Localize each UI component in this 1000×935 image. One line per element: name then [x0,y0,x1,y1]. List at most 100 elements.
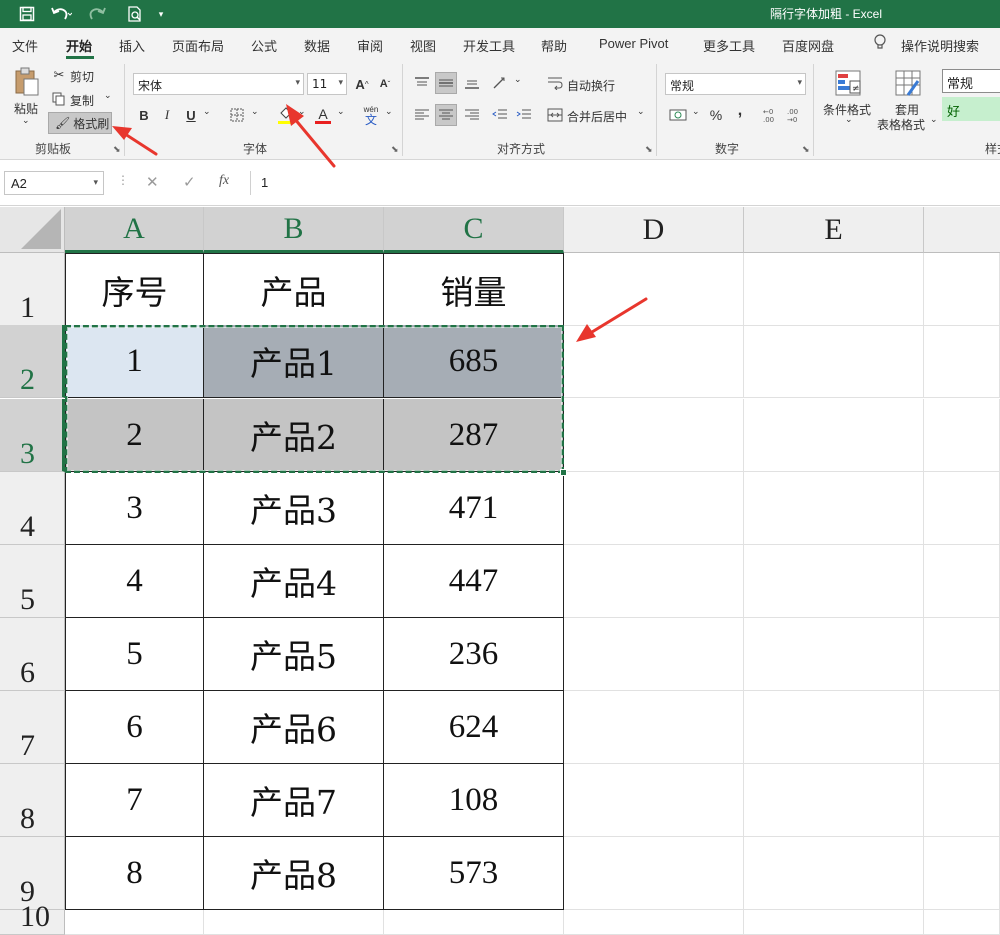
column-header-e[interactable]: E [744,207,924,253]
italic-button[interactable]: I [159,105,175,125]
cell-a10[interactable] [65,910,204,935]
cell-c6[interactable]: 236 [384,618,564,691]
cell-c3[interactable]: 287 [384,399,564,472]
cell-c1[interactable]: 销量 [384,253,564,326]
tab-insert[interactable]: 插入 [119,36,145,55]
font-name-select[interactable]: 宋体 ▾ [133,73,304,95]
cell-b9[interactable]: 产品8 [204,837,384,910]
grow-font-icon[interactable]: A ^ [353,74,371,94]
cell-d1[interactable] [564,253,744,326]
cell-a9[interactable]: 8 [65,837,204,910]
alignment-launcher-icon[interactable]: ⬊ [645,144,653,155]
tab-baidu-netdisk[interactable]: 百度网盘 [782,36,834,55]
merge-center-icon[interactable] [546,104,564,126]
copy-button[interactable]: 复制 [70,92,94,109]
tab-view[interactable]: 视图 [410,36,436,55]
cell-e5[interactable] [744,545,924,618]
cell-d8[interactable] [564,764,744,837]
cancel-icon[interactable]: ✕ [146,173,159,191]
cell-f8[interactable] [924,764,1000,837]
cell-a7[interactable]: 6 [65,691,204,764]
cell-b3[interactable]: 产品2 [204,399,384,472]
cell-b8[interactable]: 产品7 [204,764,384,837]
undo-icon[interactable] [47,4,75,24]
cell-a1[interactable]: 序号 [65,253,204,326]
cell-c4[interactable]: 471 [384,472,564,545]
bold-button[interactable]: B [136,105,152,125]
cell-c7[interactable]: 624 [384,691,564,764]
borders-icon[interactable] [228,105,246,125]
cell-e9[interactable] [744,837,924,910]
cell-a4[interactable]: 3 [65,472,204,545]
align-bottom-icon[interactable] [462,72,482,94]
column-header-d[interactable]: D [564,207,744,253]
cell-c8[interactable]: 108 [384,764,564,837]
comma-button[interactable]: , [732,100,748,122]
conditional-dropdown-icon[interactable]: ⌄ [845,115,853,125]
column-header-a[interactable]: A [65,207,204,253]
save-icon[interactable] [16,4,38,24]
fill-handle[interactable] [560,469,567,476]
select-all-button[interactable] [0,207,65,253]
cell-d10[interactable] [564,910,744,935]
cell-f4[interactable] [924,472,1000,545]
cell-f3[interactable] [924,399,1000,472]
name-box[interactable]: A2 ▾ [4,171,104,195]
cell-b1[interactable]: 产品 [204,253,384,326]
tab-data[interactable]: 数据 [304,36,330,55]
row-header-10[interactable]: 10 [0,900,65,935]
wrap-text-button[interactable]: 自动换行 [567,77,615,94]
cell-b2[interactable]: 产品1 [204,325,384,398]
tab-power-pivot[interactable]: Power Pivot [599,36,668,51]
orientation-icon[interactable] [490,72,512,94]
tab-home[interactable]: 开始 [66,36,92,55]
tab-help[interactable]: 帮助 [541,36,567,55]
font-color-dropdown-icon[interactable]: ⌄ [337,107,345,117]
format-painter-button[interactable]: 🖌 格式刷 [48,112,112,134]
row-header-6[interactable]: 6 [0,618,65,691]
format-as-table-icon[interactable] [892,68,924,98]
cell-c9[interactable]: 573 [384,837,564,910]
underline-dropdown-icon[interactable]: ⌄ [203,107,211,117]
cut-button[interactable]: 剪切 [70,68,94,85]
merge-dropdown-icon[interactable]: ⌄ [637,107,645,117]
tab-formulas[interactable]: 公式 [251,36,277,55]
cell-a8[interactable]: 7 [65,764,204,837]
cell-c5[interactable]: 447 [384,545,564,618]
cell-b10[interactable] [204,910,384,935]
row-header-2[interactable]: 2 [0,325,65,398]
cell-a3[interactable]: 2 [65,399,204,472]
formula-input[interactable]: 1 [250,171,1000,195]
paste-button[interactable]: 粘贴 [14,100,38,117]
font-size-select[interactable]: 11 ▾ [307,73,347,95]
percent-button[interactable]: % [706,104,726,126]
cell-b6[interactable]: 产品5 [204,618,384,691]
cell-e3[interactable] [744,399,924,472]
format-table-dropdown-icon[interactable]: ⌄ [930,115,938,125]
cell-f5[interactable] [924,545,1000,618]
tell-me-search[interactable]: 操作说明搜索 [901,36,979,55]
cell-a6[interactable]: 5 [65,618,204,691]
currency-icon[interactable] [666,104,690,126]
cell-f9[interactable] [924,837,1000,910]
cell-e8[interactable] [744,764,924,837]
paste-dropdown-icon[interactable]: ⌄ [22,116,30,126]
copy-icon[interactable] [51,91,67,107]
cell-c2[interactable]: 685 [384,325,564,398]
font-launcher-icon[interactable]: ⬊ [391,144,399,155]
cell-d5[interactable] [564,545,744,618]
cell-d3[interactable] [564,399,744,472]
cell-c10[interactable] [384,910,564,935]
cell-d4[interactable] [564,472,744,545]
cell-b7[interactable]: 产品6 [204,691,384,764]
cell-a5[interactable]: 4 [65,545,204,618]
cell-b4[interactable]: 产品3 [204,472,384,545]
row-header-3[interactable]: 3 [0,399,65,472]
cut-icon[interactable]: ✂ [51,67,67,83]
customize-icon[interactable]: ▾ [154,4,168,24]
number-format-select[interactable]: 常规 ▾ [665,73,806,95]
number-launcher-icon[interactable]: ⬊ [802,144,810,155]
shrink-font-icon[interactable]: Aˇ [376,74,394,94]
align-top-icon[interactable] [412,72,432,94]
row-header-8[interactable]: 8 [0,764,65,837]
